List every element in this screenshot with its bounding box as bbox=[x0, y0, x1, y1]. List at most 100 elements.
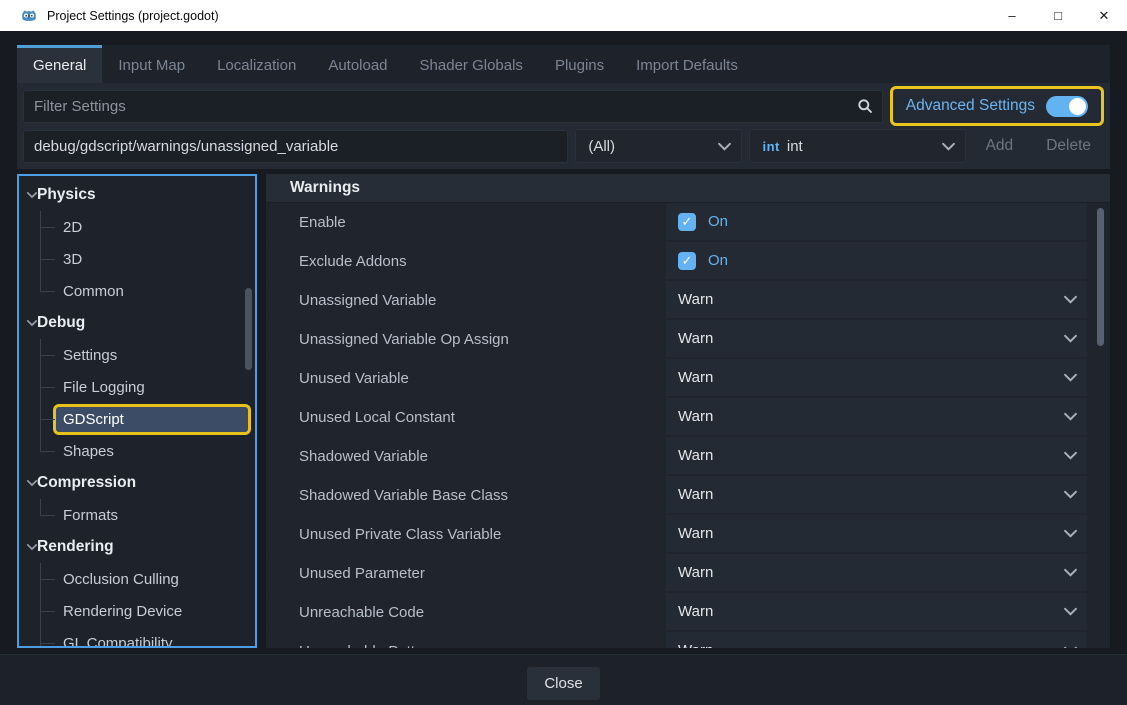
checkbox-checked-icon[interactable]: ✓ bbox=[678, 213, 696, 231]
sidebar-item-gdscript[interactable]: GDScript bbox=[19, 403, 255, 435]
chevron-down-icon[interactable] bbox=[19, 319, 37, 327]
delete-button[interactable]: Delete bbox=[1033, 137, 1104, 155]
tree-guide-line bbox=[19, 499, 56, 531]
property-value-cell[interactable]: Warn bbox=[666, 437, 1087, 476]
property-value-cell[interactable]: Warn bbox=[666, 359, 1087, 398]
tab-import-defaults[interactable]: Import Defaults bbox=[620, 45, 754, 83]
tree-item-label[interactable]: Settings bbox=[56, 343, 248, 368]
property-value-cell[interactable]: ✓ On bbox=[666, 242, 1087, 281]
property-row: Shadowed Variable Warn bbox=[266, 437, 1110, 476]
tree-item-label[interactable]: GL Compatibility bbox=[56, 631, 248, 649]
sidebar-item-compression[interactable]: Compression bbox=[19, 467, 255, 499]
tree-item-label[interactable]: Occlusion Culling bbox=[56, 567, 248, 592]
chevron-down-icon[interactable] bbox=[1064, 486, 1077, 503]
sidebar-item-settings[interactable]: Settings bbox=[19, 339, 255, 371]
maximize-button[interactable]: □ bbox=[1035, 0, 1081, 31]
property-value-cell[interactable]: Warn bbox=[666, 593, 1087, 632]
feature-filter-select[interactable]: (All) bbox=[575, 129, 742, 163]
minimize-button[interactable]: – bbox=[989, 0, 1035, 31]
advanced-settings-toggle[interactable] bbox=[1046, 96, 1088, 117]
godot-icon bbox=[20, 7, 38, 25]
chevron-down-icon[interactable] bbox=[1064, 642, 1077, 648]
property-label: Enable bbox=[266, 203, 666, 242]
tab-general[interactable]: General bbox=[17, 45, 102, 83]
tab-input-map[interactable]: Input Map bbox=[102, 45, 201, 83]
sidebar-item-occlusion-culling[interactable]: Occlusion Culling bbox=[19, 563, 255, 595]
sidebar-item-3d[interactable]: 3D bbox=[19, 243, 255, 275]
chevron-down-icon[interactable] bbox=[1064, 564, 1077, 581]
tree-item-label[interactable]: 2D bbox=[56, 215, 248, 240]
dropdown-value: Warn bbox=[678, 369, 713, 386]
tree-guide-line bbox=[19, 339, 56, 371]
tree-guide-line bbox=[19, 595, 56, 627]
chevron-down-icon[interactable] bbox=[1064, 525, 1077, 542]
sidebar-item-formats[interactable]: Formats bbox=[19, 499, 255, 531]
property-path-input[interactable] bbox=[23, 130, 568, 163]
sidebar-item-file-logging[interactable]: File Logging bbox=[19, 371, 255, 403]
chevron-down-icon[interactable] bbox=[1064, 408, 1077, 425]
chevron-down-icon[interactable] bbox=[1064, 369, 1077, 386]
search-icon bbox=[857, 98, 873, 118]
property-value-cell[interactable]: Warn bbox=[666, 320, 1087, 359]
tree-item-label[interactable]: 3D bbox=[56, 247, 248, 272]
property-label: Unused Local Constant bbox=[266, 398, 666, 437]
property-bar: (All) int int Add Delete bbox=[23, 129, 1104, 163]
chevron-down-icon[interactable] bbox=[1064, 603, 1077, 620]
section-header-label: Warnings bbox=[290, 179, 360, 197]
sidebar-item-2d[interactable]: 2D bbox=[19, 211, 255, 243]
property-value-cell[interactable]: Warn bbox=[666, 515, 1087, 554]
property-row: Unused Variable Warn bbox=[266, 359, 1110, 398]
property-value-cell[interactable]: Warn bbox=[666, 554, 1087, 593]
type-select[interactable]: int int bbox=[749, 129, 965, 163]
tab-label: Import Defaults bbox=[636, 57, 738, 74]
add-button[interactable]: Add bbox=[973, 137, 1027, 155]
main-scrollbar[interactable] bbox=[1097, 208, 1104, 346]
dropdown-value: Warn bbox=[678, 642, 713, 648]
sidebar-scrollbar[interactable] bbox=[245, 288, 252, 370]
property-value-cell[interactable]: Warn bbox=[666, 632, 1087, 648]
tab-autoload[interactable]: Autoload bbox=[312, 45, 403, 83]
property-value-cell[interactable]: ✓ On bbox=[666, 203, 1087, 242]
sidebar-item-rendering[interactable]: Rendering bbox=[19, 531, 255, 563]
close-window-button[interactable]: ✕ bbox=[1081, 0, 1127, 31]
property-value-cell[interactable]: Warn bbox=[666, 476, 1087, 515]
sidebar-item-gl-compatibility[interactable]: GL Compatibility bbox=[19, 627, 255, 648]
filter-row: Advanced Settings bbox=[23, 88, 1104, 124]
property-value-cell[interactable]: Warn bbox=[666, 398, 1087, 437]
tree-item-label[interactable]: Rendering Device bbox=[56, 599, 248, 624]
chevron-down-icon[interactable] bbox=[1064, 447, 1077, 464]
close-button[interactable]: Close bbox=[527, 667, 599, 700]
section-header: Warnings bbox=[266, 174, 1110, 203]
sidebar-item-debug[interactable]: Debug bbox=[19, 307, 255, 339]
property-row: Unassigned Variable Op Assign Warn bbox=[266, 320, 1110, 359]
tab-shader-globals[interactable]: Shader Globals bbox=[404, 45, 539, 83]
tree-guide-line bbox=[19, 275, 56, 307]
feature-filter-value: (All) bbox=[588, 138, 615, 155]
tree-item-label[interactable]: Formats bbox=[56, 503, 248, 528]
chevron-down-icon[interactable] bbox=[1064, 330, 1077, 347]
checkbox-checked-icon[interactable]: ✓ bbox=[678, 252, 696, 270]
sidebar-item-common[interactable]: Common bbox=[19, 275, 255, 307]
tab-plugins[interactable]: Plugins bbox=[539, 45, 620, 83]
tree-guide-line bbox=[19, 627, 56, 648]
tree-item-label[interactable]: File Logging bbox=[56, 375, 248, 400]
tree-item-label[interactable]: Common bbox=[56, 279, 248, 304]
property-value-cell[interactable]: Warn bbox=[666, 281, 1087, 320]
tree-section-label: Compression bbox=[37, 474, 136, 492]
chevron-down-icon[interactable] bbox=[1064, 291, 1077, 308]
filter-settings-input[interactable] bbox=[23, 90, 883, 123]
settings-toolbars: Advanced Settings (All) int int Add Dele… bbox=[17, 83, 1110, 169]
chevron-down-icon[interactable] bbox=[19, 191, 37, 199]
tab-label: Localization bbox=[217, 57, 296, 74]
chevron-down-icon[interactable] bbox=[19, 479, 37, 487]
sidebar-item-physics[interactable]: Physics bbox=[19, 179, 255, 211]
tab-localization[interactable]: Localization bbox=[201, 45, 312, 83]
sidebar-item-shapes[interactable]: Shapes bbox=[19, 435, 255, 467]
tree-item-label[interactable]: GDScript bbox=[56, 407, 248, 432]
type-value: int bbox=[787, 138, 803, 155]
settings-content: Physics 2D 3D Common Debug Settings File… bbox=[17, 174, 1110, 648]
tree-item-label[interactable]: Shapes bbox=[56, 439, 248, 464]
advanced-settings-group: Advanced Settings bbox=[890, 86, 1104, 126]
sidebar-item-rendering-device[interactable]: Rendering Device bbox=[19, 595, 255, 627]
chevron-down-icon[interactable] bbox=[19, 543, 37, 551]
